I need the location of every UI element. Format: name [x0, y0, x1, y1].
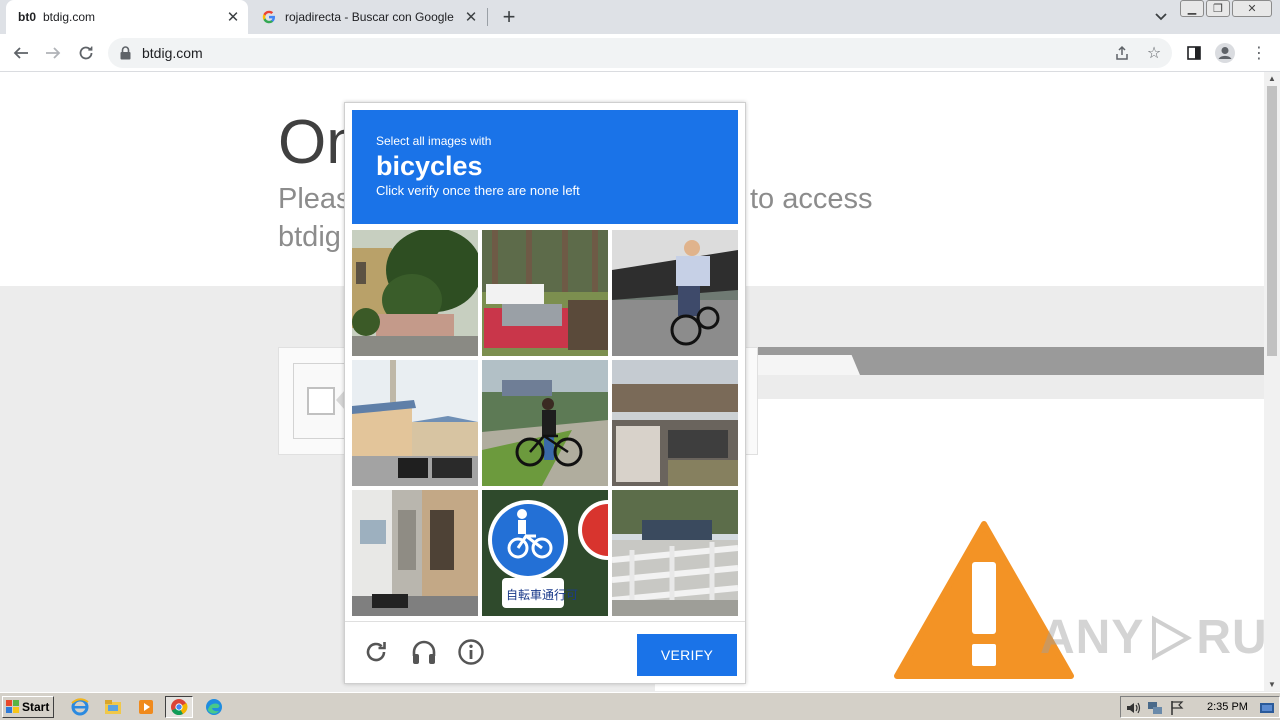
start-button[interactable]: Start: [2, 696, 54, 718]
share-icon[interactable]: [1111, 42, 1133, 64]
bookmark-star-icon[interactable]: ☆: [1143, 42, 1165, 64]
verify-button[interactable]: VERIFY: [637, 634, 737, 676]
tab-google-search[interactable]: rojadirecta - Buscar con Google ✕: [250, 0, 486, 34]
scroll-up-icon[interactable]: ▲: [1268, 74, 1276, 83]
minimize-icon[interactable]: ▁: [1180, 0, 1204, 17]
watermark-left: ANY: [1040, 611, 1145, 664]
captcha-checkbox[interactable]: [307, 387, 335, 415]
lock-icon: [120, 46, 132, 60]
show-desktop-icon[interactable]: [1259, 700, 1275, 716]
close-window-icon[interactable]: ✕: [1232, 0, 1272, 17]
tab-title: rojadirecta - Buscar con Google: [285, 10, 454, 24]
window-controls: ▁ ❐ ✕: [1180, 0, 1272, 17]
ie-icon[interactable]: [66, 696, 94, 718]
page-scrollbar[interactable]: ▲ ▼: [1264, 72, 1280, 691]
side-panel-icon[interactable]: [1183, 42, 1205, 64]
tab-strip: bt0 btdig.com ✕ rojadirecta - Buscar con…: [0, 0, 1280, 34]
info-icon[interactable]: [457, 638, 485, 666]
gray-band-tab: [740, 355, 860, 375]
image-grid: 自転車通行可: [352, 230, 738, 616]
subtext-line2: btdig: [278, 221, 341, 253]
network-icon[interactable]: [1147, 700, 1163, 716]
chrome-icon[interactable]: [165, 696, 193, 718]
subtext-start: Pleas: [278, 183, 351, 215]
tile-trucks-trees[interactable]: [482, 230, 608, 356]
system-tray: 2:35 PM: [1120, 696, 1280, 718]
file-explorer-icon[interactable]: [99, 696, 127, 718]
windows-flag-icon: [6, 700, 19, 713]
new-tab-icon[interactable]: +: [497, 4, 521, 29]
svg-text:自転車通行可: 自転車通行可: [506, 588, 578, 602]
start-label: Start: [22, 700, 50, 714]
captcha-challenge-dialog: Select all images with bicycles Click ve…: [344, 102, 746, 684]
tab-btdig[interactable]: bt0 btdig.com ✕: [6, 0, 248, 34]
media-player-icon[interactable]: [132, 696, 160, 718]
tile-bicycle-sign[interactable]: 自転車通行可: [482, 490, 608, 616]
back-arrow-icon[interactable]: [8, 40, 34, 66]
instruction-small: Select all images with: [376, 134, 492, 148]
volume-icon[interactable]: [1125, 700, 1141, 716]
address-bar[interactable]: btdig.com: [108, 38, 1172, 68]
forward-arrow-icon[interactable]: [40, 40, 66, 66]
action-center-flag-icon[interactable]: [1169, 700, 1185, 716]
scroll-down-icon[interactable]: ▼: [1268, 680, 1276, 689]
tab-title: btdig.com: [43, 10, 96, 24]
reload-icon[interactable]: [73, 40, 99, 66]
address-text: btdig.com: [142, 45, 203, 61]
taskbar: Start 2:35 PM: [0, 692, 1280, 720]
instruction-target: bicycles: [376, 151, 483, 181]
menu-kebab-icon[interactable]: ⋮: [1248, 42, 1270, 64]
btdig-favicon: bt0: [18, 10, 36, 24]
profile-avatar-icon[interactable]: [1214, 42, 1236, 64]
captcha-footer: VERIFY: [345, 621, 745, 683]
chevron-down-icon[interactable]: [1150, 6, 1172, 28]
edge-icon[interactable]: [200, 696, 228, 718]
tile-railing-car[interactable]: [612, 490, 738, 616]
instruction-hint: Click verify once there are none left: [376, 183, 580, 198]
google-g-icon: [260, 9, 278, 25]
close-tab-icon[interactable]: ✕: [460, 6, 482, 28]
tile-houses-pole[interactable]: [352, 360, 478, 486]
scroll-thumb[interactable]: [1267, 86, 1277, 356]
clock: 2:35 PM: [1207, 701, 1248, 713]
headphones-icon[interactable]: [410, 638, 438, 666]
challenge-header: Select all images with bicycles Click ve…: [352, 110, 738, 224]
tile-narrow-alley[interactable]: [352, 490, 478, 616]
tab-separator: [487, 8, 488, 26]
reload-challenge-icon[interactable]: [362, 638, 390, 666]
tile-house-trees[interactable]: [352, 230, 478, 356]
tile-woman-with-bicycle[interactable]: [482, 360, 608, 486]
subtext-end: to access: [750, 183, 873, 215]
play-logo-icon: [1152, 615, 1193, 660]
anyrun-watermark: ANY RUN: [1040, 610, 1280, 665]
close-tab-icon[interactable]: ✕: [222, 6, 244, 28]
tile-man-on-bicycle[interactable]: [612, 230, 738, 356]
tile-shed-building[interactable]: [612, 360, 738, 486]
browser-toolbar: btdig.com ☆ ⋮: [0, 34, 1280, 72]
restore-icon[interactable]: ❐: [1206, 0, 1230, 17]
